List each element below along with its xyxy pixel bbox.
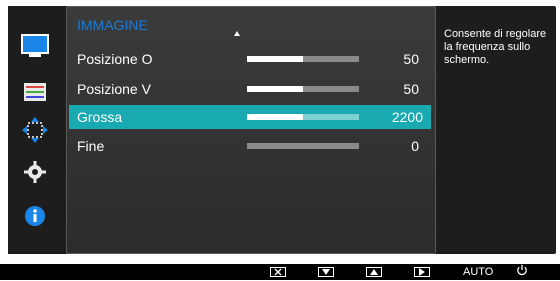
- slider[interactable]: [247, 86, 359, 92]
- osd-menu: IMMAGINE Posizione O 50 Posizione V 50 G…: [8, 6, 556, 254]
- menu-item-value: 50: [403, 51, 419, 67]
- menu-item-label: Fine: [77, 138, 105, 154]
- power-button[interactable]: [516, 263, 528, 281]
- slider-fill: [247, 114, 303, 120]
- osd-sidebar: [8, 6, 62, 254]
- close-button[interactable]: [270, 266, 286, 278]
- slider[interactable]: [247, 114, 359, 120]
- menu-item-label: Posizione V: [77, 81, 151, 97]
- auto-label: AUTO: [463, 266, 494, 278]
- bottom-button-bar: AUTO: [0, 264, 560, 280]
- slider-fill: [247, 86, 303, 92]
- info-icon[interactable]: [21, 202, 49, 230]
- menu-item-label: Posizione O: [77, 51, 153, 67]
- slider[interactable]: [247, 56, 359, 62]
- menu-item-value: 50: [403, 81, 419, 97]
- slider-fill: [247, 56, 303, 62]
- color-bars-icon[interactable]: [21, 78, 49, 106]
- close-x-icon: [270, 267, 286, 277]
- down-triangle-icon: [318, 267, 334, 277]
- auto-button[interactable]: AUTO: [463, 266, 493, 278]
- screen-size-arrows-icon[interactable]: [21, 116, 49, 144]
- menu-title: IMMAGINE: [77, 17, 148, 33]
- menu-item-value: 2200: [391, 109, 423, 125]
- down-button[interactable]: [318, 266, 334, 278]
- menu-item-grossa[interactable]: Grossa 2200: [69, 105, 431, 129]
- monitor-icon[interactable]: [21, 32, 49, 60]
- menu-panel: IMMAGINE Posizione O 50 Posizione V 50 G…: [66, 6, 436, 254]
- menu-item-posizione-o[interactable]: Posizione O 50: [67, 47, 429, 71]
- up-triangle-icon: [366, 267, 382, 277]
- enter-button[interactable]: [414, 266, 430, 278]
- menu-item-posizione-v[interactable]: Posizione V 50: [67, 77, 429, 101]
- power-icon: [516, 263, 528, 281]
- slider[interactable]: [247, 143, 359, 149]
- right-triangle-icon: [414, 267, 430, 277]
- up-button[interactable]: [366, 266, 382, 278]
- scroll-up-arrow-icon: [234, 31, 240, 36]
- gear-icon[interactable]: [21, 158, 49, 186]
- menu-item-label: Grossa: [77, 109, 123, 125]
- menu-item-fine[interactable]: Fine 0: [67, 134, 429, 158]
- help-text: Consente di regolare la frequenza sullo …: [444, 28, 547, 66]
- menu-item-value: 0: [411, 138, 419, 154]
